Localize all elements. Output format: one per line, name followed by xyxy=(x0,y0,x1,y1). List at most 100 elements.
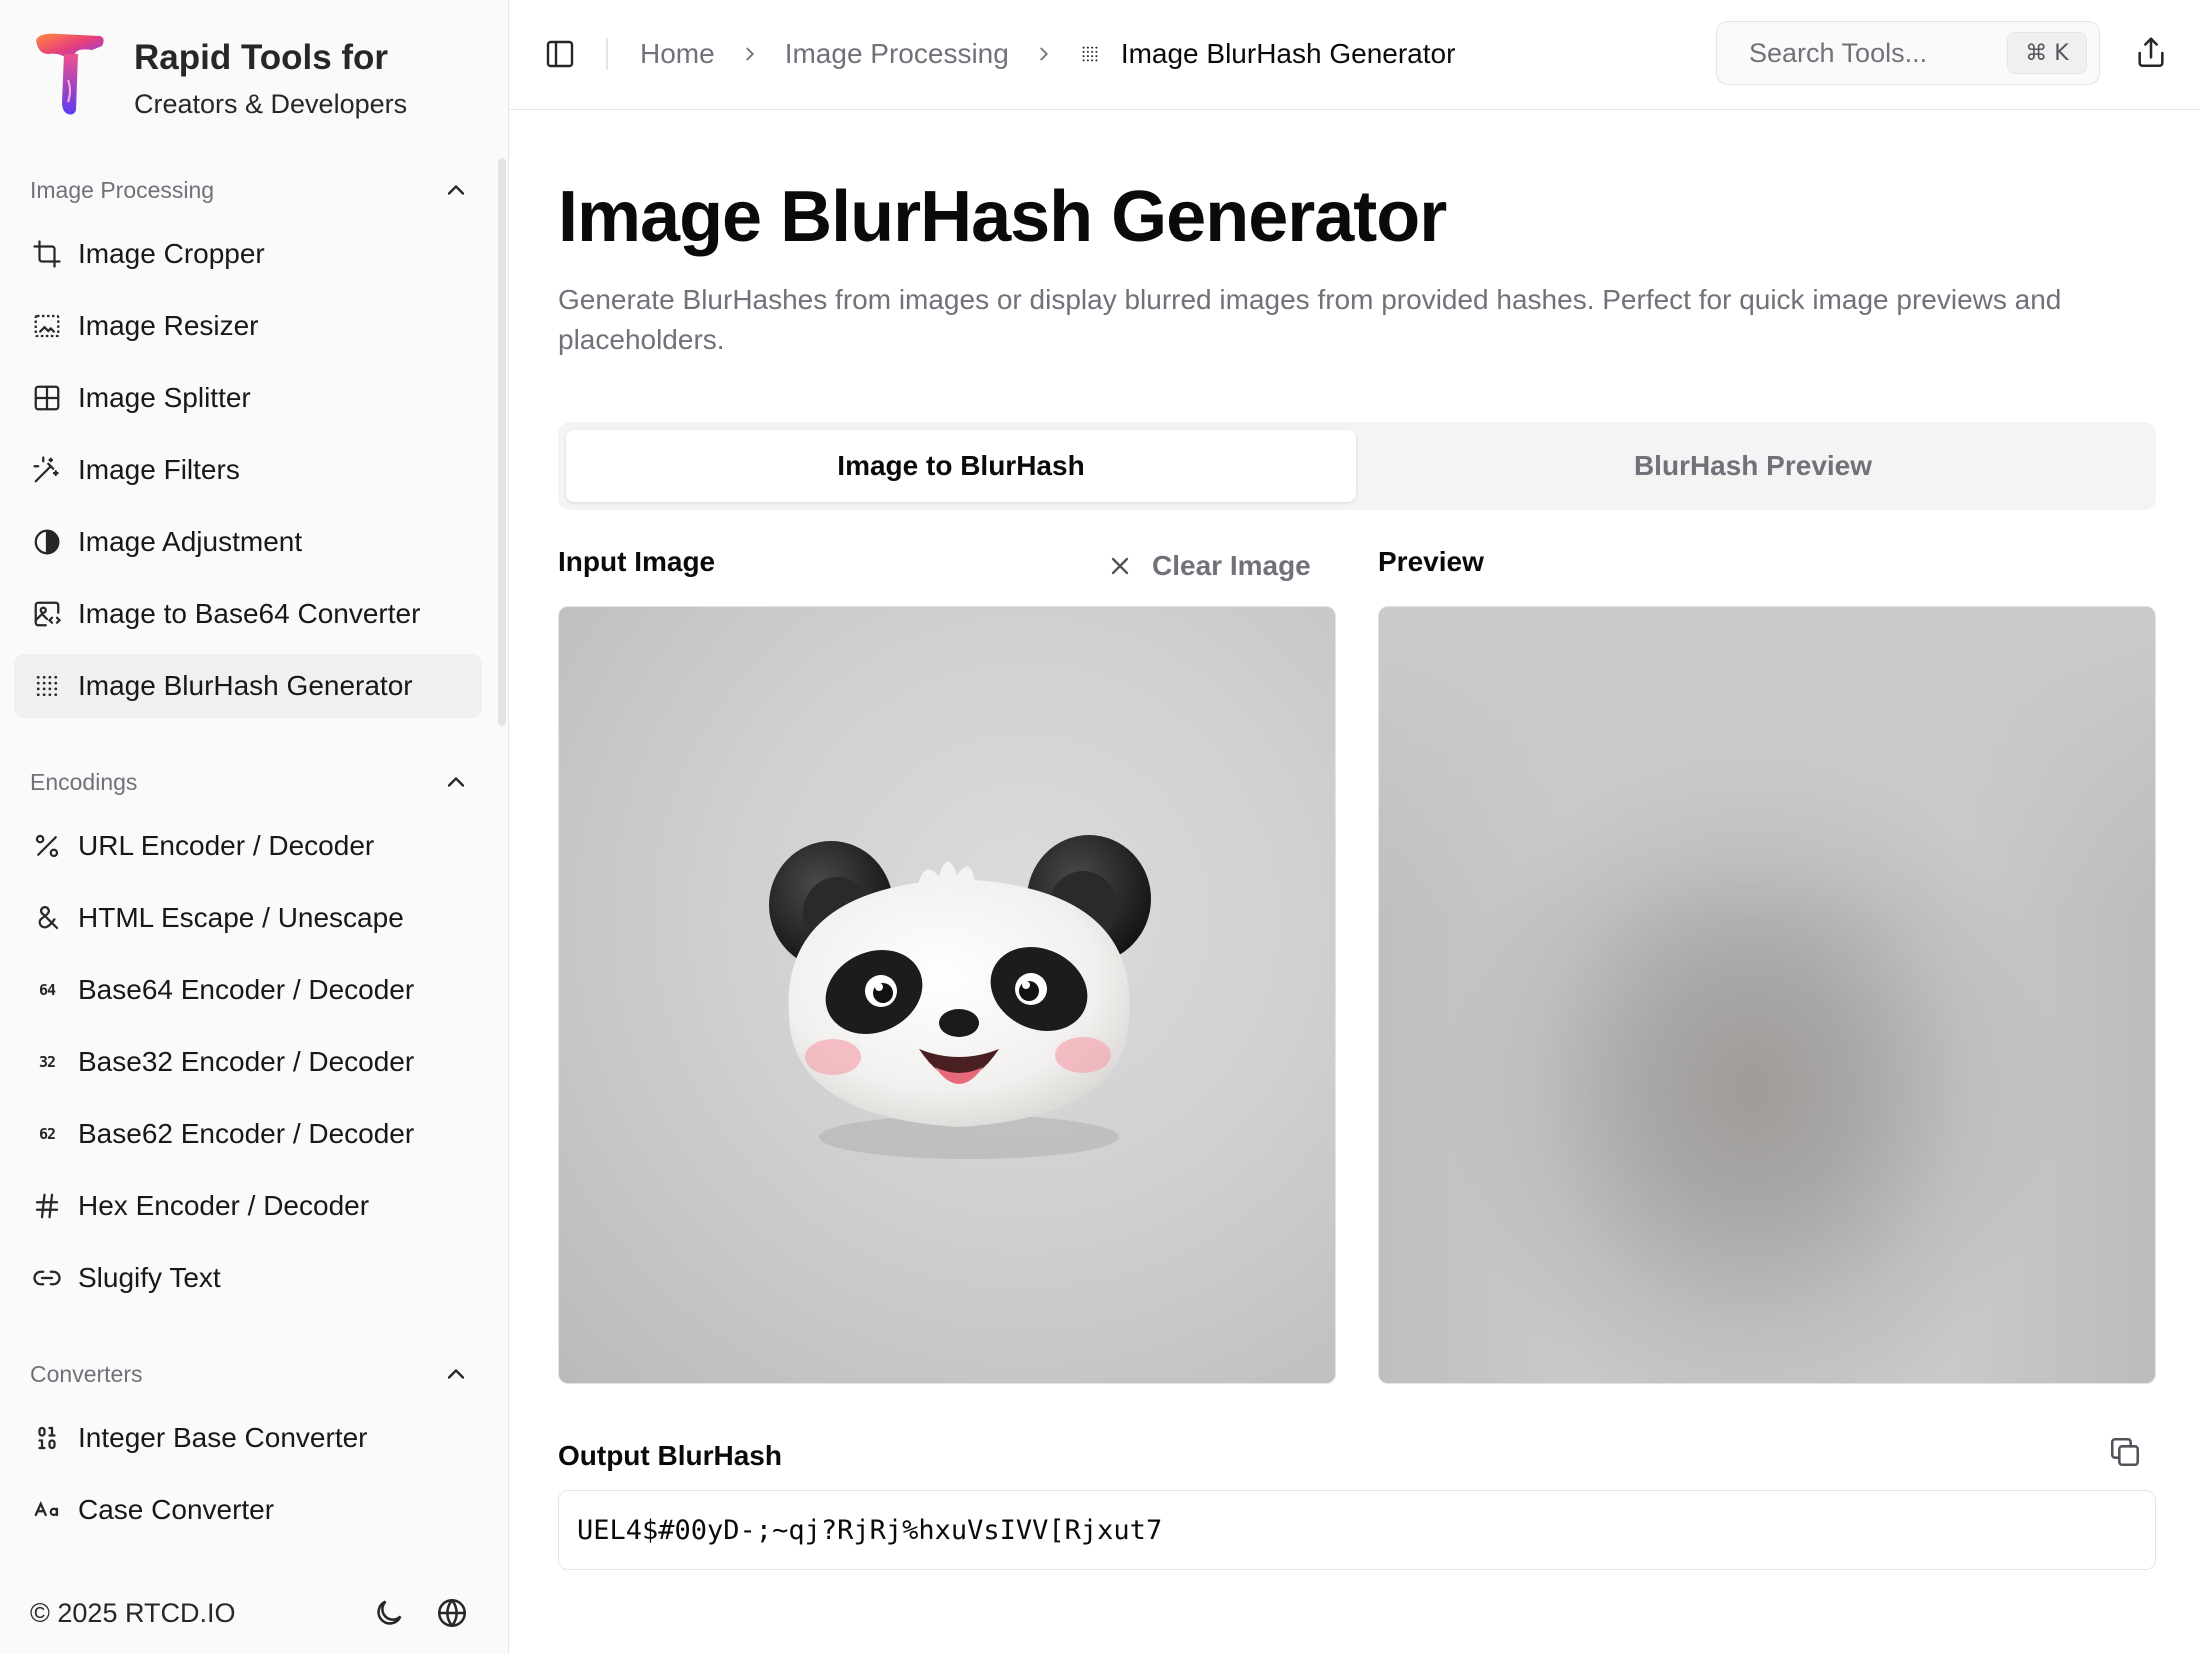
case-icon xyxy=(32,1495,62,1525)
sidebar: Rapid Tools for Creators & Developers Im… xyxy=(0,0,509,1654)
share-icon[interactable] xyxy=(2134,36,2168,70)
sidebar-item-image-to-base64[interactable]: Image to Base64 Converter xyxy=(14,582,482,646)
dots-grid-icon xyxy=(1082,46,1098,62)
sidebar-item-label: Integer Base Converter xyxy=(78,1422,368,1453)
image-code-icon xyxy=(32,599,62,629)
sidebar-item-label: Image Filters xyxy=(78,454,240,485)
sidebar-item-label: Case Converter xyxy=(78,1494,275,1525)
hash-icon xyxy=(32,1191,62,1221)
search-input[interactable]: Search Tools... ⌘ K xyxy=(1716,21,2100,85)
page-description: Generate BlurHashes from images or displ… xyxy=(558,284,2062,355)
output-blurhash-field[interactable]: UEL4$#00yD-;~qj?RjRj%hxuVsIVV[Rjxut7 xyxy=(558,1490,2156,1570)
tab-blurhash-preview[interactable]: BlurHash Preview xyxy=(1358,430,2148,502)
section-header-converters[interactable]: Converters xyxy=(30,1354,470,1394)
sidebar-item-html-escape[interactable]: HTML Escape / Unescape xyxy=(14,886,482,950)
sidebar-item-case-converter[interactable]: Case Converter xyxy=(14,1478,482,1542)
contrast-icon xyxy=(32,527,62,557)
chevron-right-icon xyxy=(1040,47,1048,61)
sidebar-toggle-icon[interactable] xyxy=(544,38,576,70)
sidebar-item-url-encoder[interactable]: URL Encoder / Decoder xyxy=(14,814,482,878)
sidebar-item-label: Image Resizer xyxy=(78,310,259,341)
sidebar-item-label: Image to Base64 Converter xyxy=(78,598,421,629)
base64-icon: 64 xyxy=(32,975,62,1005)
sidebar-item-hex-encoder[interactable]: Hex Encoder / Decoder xyxy=(14,1174,482,1238)
sidebar-item-image-adjustment[interactable]: Image Adjustment xyxy=(14,510,482,574)
percent-icon xyxy=(32,831,62,861)
close-icon xyxy=(1111,557,1129,575)
search-placeholder: Search Tools... xyxy=(1749,37,1928,68)
sidebar-item-image-filters[interactable]: Image Filters xyxy=(14,438,482,502)
copy-icon[interactable] xyxy=(2108,1435,2142,1469)
sidebar-item-label: Image BlurHash Generator xyxy=(78,670,413,701)
clear-image-button[interactable]: Clear Image xyxy=(1106,546,1311,586)
image-resize-icon xyxy=(32,311,62,341)
base32-glyph: 32 xyxy=(38,1053,56,1071)
sidebar-item-label: Base62 Encoder / Decoder xyxy=(78,1118,415,1149)
blurhash-preview-image xyxy=(1378,606,2156,1384)
tab-list: Image to BlurHash BlurHash Preview xyxy=(558,422,2156,510)
topbar: Home Image Processing Image BlurHash Gen… xyxy=(510,0,2200,110)
sidebar-item-label: Base32 Encoder / Decoder xyxy=(78,1046,415,1077)
sidebar-item-slugify[interactable]: Slugify Text xyxy=(14,1246,482,1310)
crop-icon xyxy=(32,239,62,269)
sidebar-item-label: Slugify Text xyxy=(78,1262,221,1293)
chevron-right-icon xyxy=(746,47,754,61)
base62-icon: 62 xyxy=(32,1119,62,1149)
sidebar-item-label: Hex Encoder / Decoder xyxy=(78,1190,370,1221)
chevron-up-icon xyxy=(447,184,465,195)
sidebar-item-label: Image Adjustment xyxy=(78,526,303,557)
input-image-label: Input Image xyxy=(558,546,716,577)
link-icon xyxy=(32,1263,62,1293)
brand[interactable]: Rapid Tools for Creators & Developers xyxy=(30,30,407,130)
sidebar-item-label: Image Splitter xyxy=(78,382,251,413)
dots-grid-icon xyxy=(32,671,62,701)
ampersand-icon xyxy=(32,903,62,933)
sidebar-item-label: URL Encoder / Decoder xyxy=(78,830,375,861)
breadcrumb: Home Image Processing Image BlurHash Gen… xyxy=(640,34,1455,74)
section-header-image-processing[interactable]: Image Processing xyxy=(30,170,470,210)
sidebar-item-base64[interactable]: 64 Base64 Encoder / Decoder xyxy=(14,958,482,1022)
sidebar-item-label: Base64 Encoder / Decoder xyxy=(78,974,415,1005)
tab-image-to-blurhash[interactable]: Image to BlurHash xyxy=(566,430,1356,502)
section-label: Image Processing xyxy=(30,176,215,203)
sidebar-item-image-splitter[interactable]: Image Splitter xyxy=(14,366,482,430)
sidebar-item-image-resizer[interactable]: Image Resizer xyxy=(14,294,482,358)
sidebar-footer: © 2025 RTCD.IO xyxy=(0,1580,509,1646)
breadcrumb-current: Image BlurHash Generator xyxy=(1079,38,1456,70)
chevron-up-icon xyxy=(447,1368,465,1379)
output-blurhash-label: Output BlurHash xyxy=(558,1440,782,1471)
section-label: Converters xyxy=(30,1360,143,1387)
base64-glyph: 64 xyxy=(38,981,56,999)
input-image-dropzone[interactable] xyxy=(558,606,1336,1384)
sidebar-item-label: Image Cropper xyxy=(78,238,265,269)
shortcut-badge: ⌘ K xyxy=(2007,32,2087,74)
copyright: © 2025 RTCD.IO xyxy=(30,1597,236,1628)
sidebar-item-image-cropper[interactable]: Image Cropper xyxy=(14,222,482,286)
chevron-up-icon xyxy=(447,776,465,787)
base62-glyph: 62 xyxy=(38,1125,56,1143)
sidebar-item-base32[interactable]: 32 Base32 Encoder / Decoder xyxy=(14,1030,482,1094)
sidebar-scrollbar[interactable] xyxy=(498,158,506,726)
sidebar-item-label: HTML Escape / Unescape xyxy=(78,902,404,933)
section-label: Encodings xyxy=(30,768,138,795)
breadcrumb-current-label: Image BlurHash Generator xyxy=(1120,38,1456,69)
clear-image-label: Clear Image xyxy=(1152,550,1311,581)
sidebar-item-integer-base[interactable]: Integer Base Converter xyxy=(14,1406,482,1470)
section-header-encodings[interactable]: Encodings xyxy=(30,762,470,802)
logo-icon xyxy=(36,33,104,115)
grid-icon xyxy=(32,383,62,413)
topbar-divider xyxy=(606,38,608,70)
sidebar-item-image-blurhash[interactable]: Image BlurHash Generator xyxy=(14,654,482,718)
moon-icon[interactable] xyxy=(372,1596,406,1630)
breadcrumb-home[interactable]: Home xyxy=(640,38,715,70)
globe-icon[interactable] xyxy=(435,1596,469,1630)
magic-wand-icon xyxy=(32,455,62,485)
base32-icon: 32 xyxy=(32,1047,62,1077)
page-title: Image BlurHash Generator xyxy=(558,177,1447,257)
breadcrumb-image-processing[interactable]: Image Processing xyxy=(785,38,1009,70)
brand-subtitle: Creators & Developers xyxy=(134,89,408,119)
binary-icon xyxy=(32,1423,62,1453)
brand-title: Rapid Tools for xyxy=(134,38,389,77)
sidebar-item-base62[interactable]: 62 Base62 Encoder / Decoder xyxy=(14,1102,482,1166)
panda-image xyxy=(769,835,1151,1159)
